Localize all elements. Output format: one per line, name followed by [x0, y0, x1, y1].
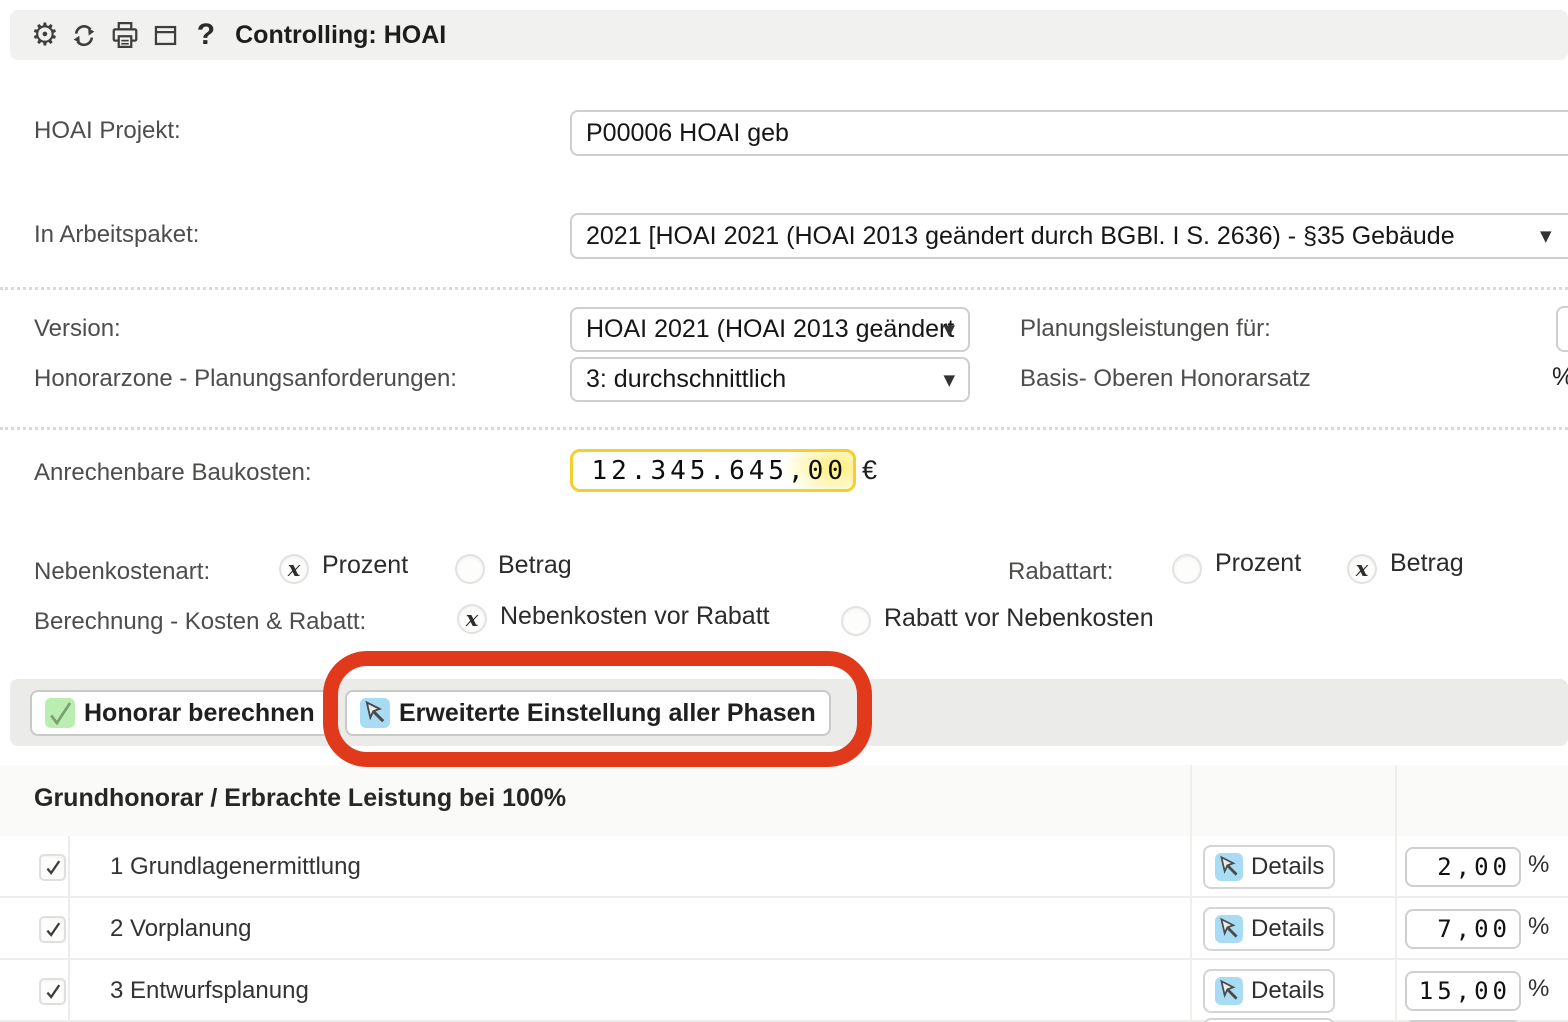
costs-label: Anrechenbare Baukosten: [34, 459, 312, 487]
details-button[interactable]: Details [1203, 907, 1335, 951]
radio-prozent-label: Prozent [322, 551, 408, 580]
toolbar: ⚙ ? Controlling: HOAI [10, 10, 1568, 60]
dropdown-arrow-icon: ▼ [1540, 227, 1555, 245]
work-package-value: 2021 [HOAI 2021 (HOAI 2013 geändert durc… [586, 222, 1455, 251]
radio-prozent[interactable]: x [279, 554, 309, 584]
separator [0, 287, 1568, 290]
radio-rabatt-vor-nebenkosten[interactable] [841, 606, 871, 636]
side-cost-type-label: Nebenkostenart: [34, 558, 210, 586]
radio-rabatt-betrag[interactable]: x [1347, 554, 1377, 584]
radio-rabatt-prozent[interactable] [1172, 554, 1202, 584]
radio-x-icon: x [288, 558, 301, 581]
planning-services-label: Planungsleistungen für: [1020, 315, 1271, 343]
phase-label: 3 Entwurfsplanung [110, 977, 309, 1005]
costs-input[interactable]: 12.345.645,00 [570, 449, 856, 492]
basis-unit: % [1552, 363, 1568, 392]
phases-header-title: Grundhonorar / Erbrachte Leistung bei 10… [34, 784, 566, 813]
separator [0, 427, 1568, 430]
calc-order-label: Berechnung - Kosten & Rabatt: [34, 608, 366, 636]
phase-label: 1 Grundlagenermittlung [110, 853, 361, 881]
phase-label: 2 Vorplanung [110, 915, 251, 943]
fee-zone-label: Honorarzone - Planungsanforderungen: [34, 365, 457, 393]
percent-input[interactable]: 2,00 [1405, 847, 1521, 887]
phase-checkbox[interactable] [39, 854, 66, 881]
version-value: HOAI 2021 (HOAI 2013 geändert [586, 315, 954, 344]
dropdown-arrow-icon: ▼ [943, 371, 955, 389]
radio-nebenkosten-vor-rabatt-label: Nebenkosten vor Rabatt [500, 602, 770, 631]
refresh-icon[interactable] [70, 21, 98, 49]
calculate-fee-button[interactable]: Honorar berechnen [30, 690, 330, 736]
work-package-label: In Arbeitspaket: [34, 221, 199, 249]
planning-services-input[interactable] [1556, 306, 1568, 352]
table-row: 2 Vorplanung Details 7,00 % [0, 900, 1568, 960]
window-icon[interactable] [152, 22, 179, 49]
checkmark-icon [45, 698, 75, 728]
radio-x-icon: x [1356, 558, 1369, 581]
project-input[interactable]: P00006 HOAI geb [570, 110, 1568, 156]
fee-zone-value: 3: durchschnittlich [586, 365, 786, 394]
percent-input[interactable]: 7,00 [1405, 909, 1521, 949]
help-icon[interactable]: ? [197, 18, 215, 52]
print-icon[interactable] [110, 20, 140, 50]
details-label: Details [1251, 915, 1324, 943]
cursor-icon [360, 698, 390, 728]
extended-settings-label: Erweiterte Einstellung aller Phasen [399, 699, 816, 728]
gear-icon[interactable]: ⚙ [31, 20, 59, 51]
cursor-icon [1215, 977, 1243, 1005]
version-label: Version: [34, 315, 121, 343]
table-row: 3 Entwurfsplanung Details 15,00 % [0, 962, 1568, 1022]
cursor-icon [1215, 853, 1243, 881]
radio-betrag[interactable] [455, 554, 485, 584]
radio-x-icon: x [466, 608, 479, 631]
cursor-icon [1215, 915, 1243, 943]
table-row-partial [0, 1018, 1568, 1022]
details-label: Details [1251, 977, 1324, 1005]
details-button[interactable]: Details [1203, 845, 1335, 889]
extended-settings-button[interactable]: Erweiterte Einstellung aller Phasen [345, 690, 831, 736]
percent-unit: % [1528, 975, 1549, 1003]
version-select[interactable]: HOAI 2021 (HOAI 2013 geändert ▼ [570, 307, 970, 352]
details-label: Details [1251, 853, 1324, 881]
page-title: Controlling: HOAI [235, 21, 446, 50]
radio-rabatt-prozent-label: Prozent [1215, 549, 1301, 578]
radio-rabatt-vor-nebenkosten-label: Rabatt vor Nebenkosten [884, 604, 1154, 633]
details-button[interactable]: Details [1203, 969, 1335, 1013]
radio-nebenkosten-vor-rabatt[interactable]: x [457, 604, 487, 634]
phase-checkbox[interactable] [39, 978, 66, 1005]
percent-input[interactable]: 15,00 [1405, 971, 1521, 1011]
phases-header: Grundhonorar / Erbrachte Leistung bei 10… [0, 765, 1568, 836]
phase-checkbox[interactable] [39, 916, 66, 943]
basis-label: Basis- Oberen Honorarsatz [1020, 365, 1311, 393]
project-label: HOAI Projekt: [34, 117, 181, 145]
dropdown-arrow-icon: ▼ [943, 321, 955, 339]
work-package-select[interactable]: 2021 [HOAI 2021 (HOAI 2013 geändert durc… [570, 213, 1568, 259]
details-button[interactable] [1203, 1018, 1335, 1022]
percent-unit: % [1528, 851, 1549, 879]
costs-unit: € [862, 455, 877, 486]
fee-zone-select[interactable]: 3: durchschnittlich ▼ [570, 357, 970, 402]
percent-unit: % [1528, 913, 1549, 941]
calculate-fee-label: Honorar berechnen [84, 699, 315, 728]
table-row: 1 Grundlagenermittlung Details 2,00 % [0, 838, 1568, 898]
radio-betrag-label: Betrag [498, 551, 572, 580]
radio-rabatt-betrag-label: Betrag [1390, 549, 1464, 578]
discount-type-label: Rabattart: [1008, 558, 1113, 586]
